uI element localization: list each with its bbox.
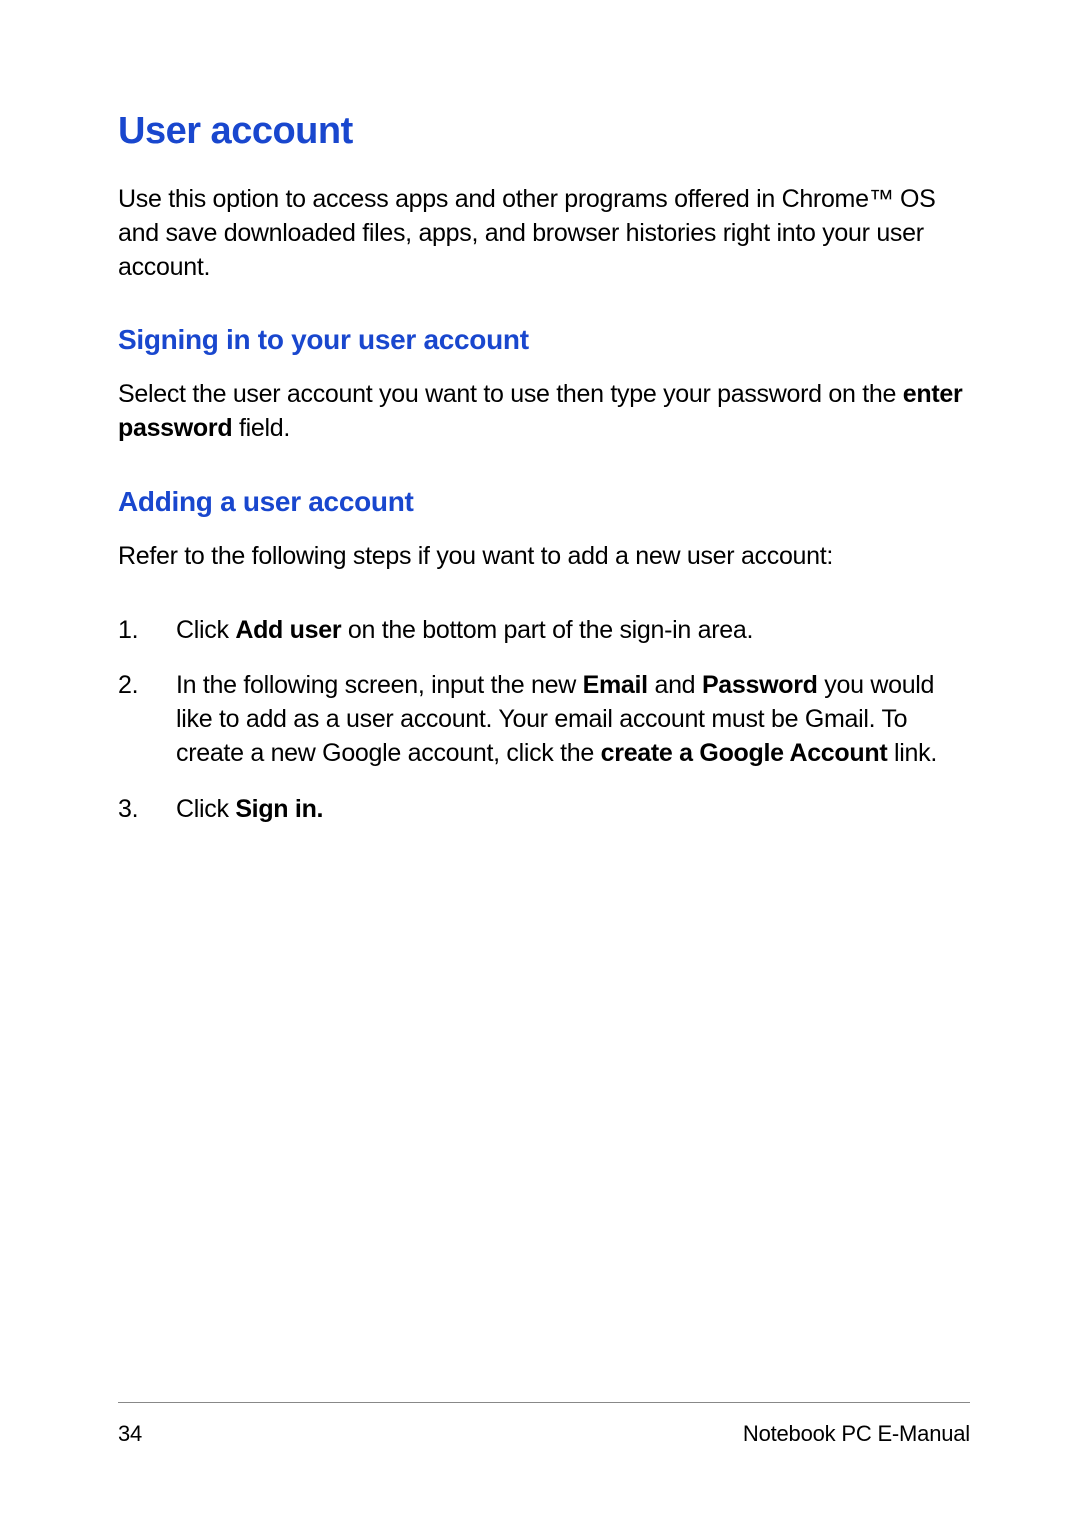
section2-heading: Adding a user account — [118, 486, 970, 518]
bold-text: Password — [702, 671, 818, 699]
intro-paragraph: Use this option to access apps and other… — [118, 183, 970, 284]
list-number: 2. — [118, 669, 176, 770]
page-number: 34 — [118, 1421, 142, 1447]
list-content: In the following screen, input the new E… — [176, 669, 970, 770]
bold-text: Sign in. — [235, 795, 323, 823]
footer-title: Notebook PC E-Manual — [743, 1421, 970, 1447]
section1-heading: Signing in to your user account — [118, 324, 970, 356]
bold-text: Email — [583, 671, 648, 699]
main-heading: User account — [118, 110, 970, 153]
section1-text-suffix: field. — [232, 414, 290, 442]
footer-row: 34 Notebook PC E-Manual — [118, 1421, 970, 1447]
bold-text: Add user — [235, 616, 341, 644]
bold-text: create a Google Account — [601, 739, 888, 767]
section2-intro: Refer to the following steps if you want… — [118, 540, 970, 574]
list-item: 1.Click Add user on the bottom part of t… — [118, 614, 970, 648]
text: In the following screen, input the new — [176, 671, 583, 699]
section1-text: Select the user account you want to use … — [118, 378, 970, 446]
list-content: Click Add user on the bottom part of the… — [176, 614, 970, 648]
text: Click — [176, 616, 235, 644]
steps-list: 1.Click Add user on the bottom part of t… — [118, 614, 970, 827]
section1-text-prefix: Select the user account you want to use … — [118, 380, 903, 408]
footer: 34 Notebook PC E-Manual — [118, 1402, 970, 1447]
footer-divider — [118, 1402, 970, 1403]
text: Click — [176, 795, 235, 823]
list-number: 1. — [118, 614, 176, 648]
text: and — [648, 671, 702, 699]
list-item: 2.In the following screen, input the new… — [118, 669, 970, 770]
text: on the bottom part of the sign-in area. — [341, 616, 753, 644]
list-number: 3. — [118, 793, 176, 827]
text: link. — [887, 739, 937, 767]
list-item: 3.Click Sign in. — [118, 793, 970, 827]
list-content: Click Sign in. — [176, 793, 970, 827]
